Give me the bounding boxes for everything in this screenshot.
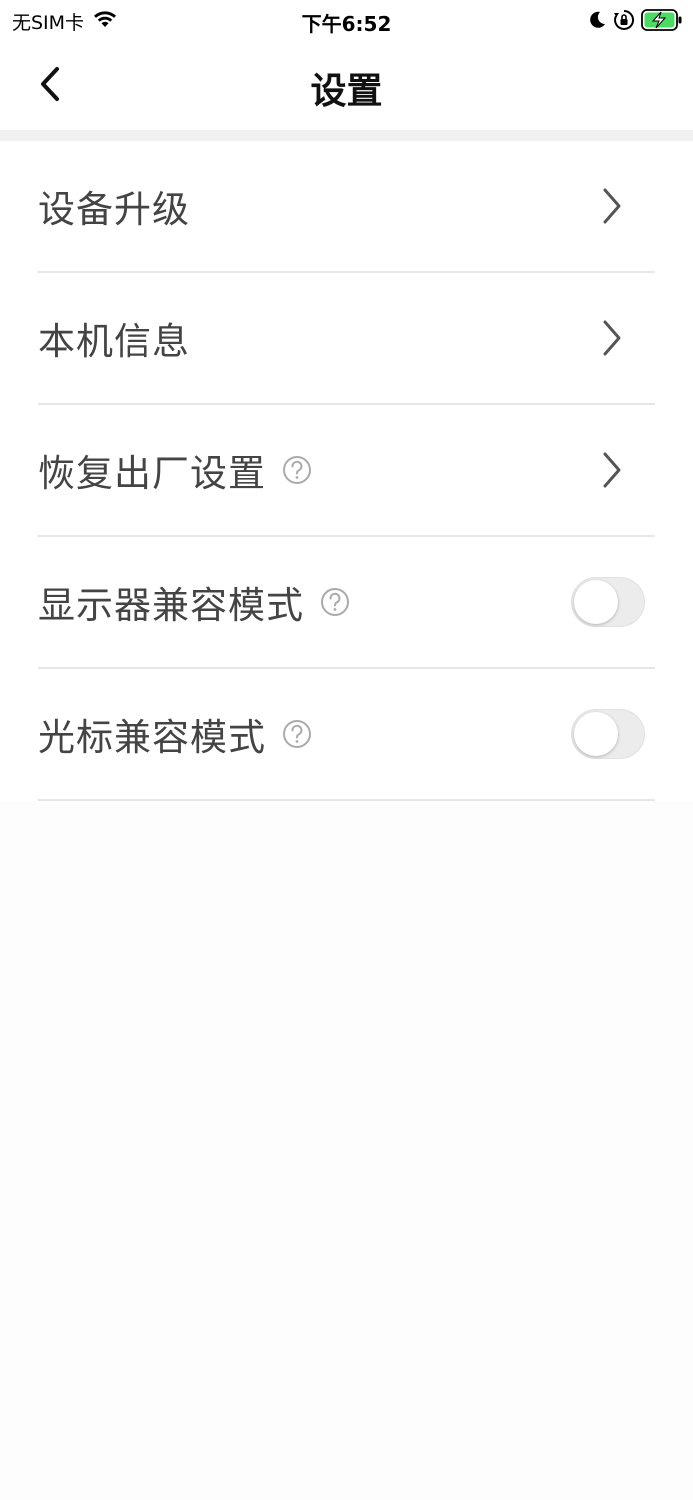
- settings-item-factory-reset[interactable]: 恢复出厂设置: [38, 405, 655, 537]
- nav-bar: 设置: [0, 42, 693, 130]
- settings-item-device-info[interactable]: 本机信息: [38, 273, 655, 405]
- toggle-knob: [574, 712, 618, 756]
- settings-item-cursor-compat: 光标兼容模式: [38, 669, 655, 801]
- help-icon[interactable]: [320, 587, 350, 617]
- orientation-lock-icon: [613, 9, 635, 35]
- cursor-compat-toggle[interactable]: [571, 709, 645, 759]
- settings-list: 设备升级 本机信息 恢复出厂设置 显示器兼容模式 光标兼容模式: [0, 141, 693, 801]
- moon-icon: [587, 10, 607, 34]
- status-right: [587, 9, 683, 35]
- chevron-right-icon: [601, 450, 623, 490]
- settings-item-label: 本机信息: [38, 320, 190, 363]
- settings-item-label: 恢复出厂设置: [38, 452, 266, 495]
- status-bar: 无SIM卡 下午6:52: [0, 0, 693, 42]
- empty-content-area: [0, 802, 693, 1500]
- help-icon[interactable]: [282, 719, 312, 749]
- battery-charging-icon: [641, 9, 683, 35]
- settings-item-device-upgrade[interactable]: 设备升级: [38, 141, 655, 273]
- chevron-right-icon: [601, 186, 623, 226]
- settings-item-label: 设备升级: [38, 188, 190, 231]
- section-divider: [0, 130, 693, 141]
- chevron-right-icon: [601, 318, 623, 358]
- settings-item-display-compat: 显示器兼容模式: [38, 537, 655, 669]
- page-title: 设置: [310, 71, 383, 112]
- help-icon[interactable]: [282, 455, 312, 485]
- settings-item-label: 显示器兼容模式: [38, 584, 304, 627]
- settings-item-label: 光标兼容模式: [38, 716, 266, 759]
- toggle-knob: [574, 580, 618, 624]
- display-compat-toggle[interactable]: [571, 577, 645, 627]
